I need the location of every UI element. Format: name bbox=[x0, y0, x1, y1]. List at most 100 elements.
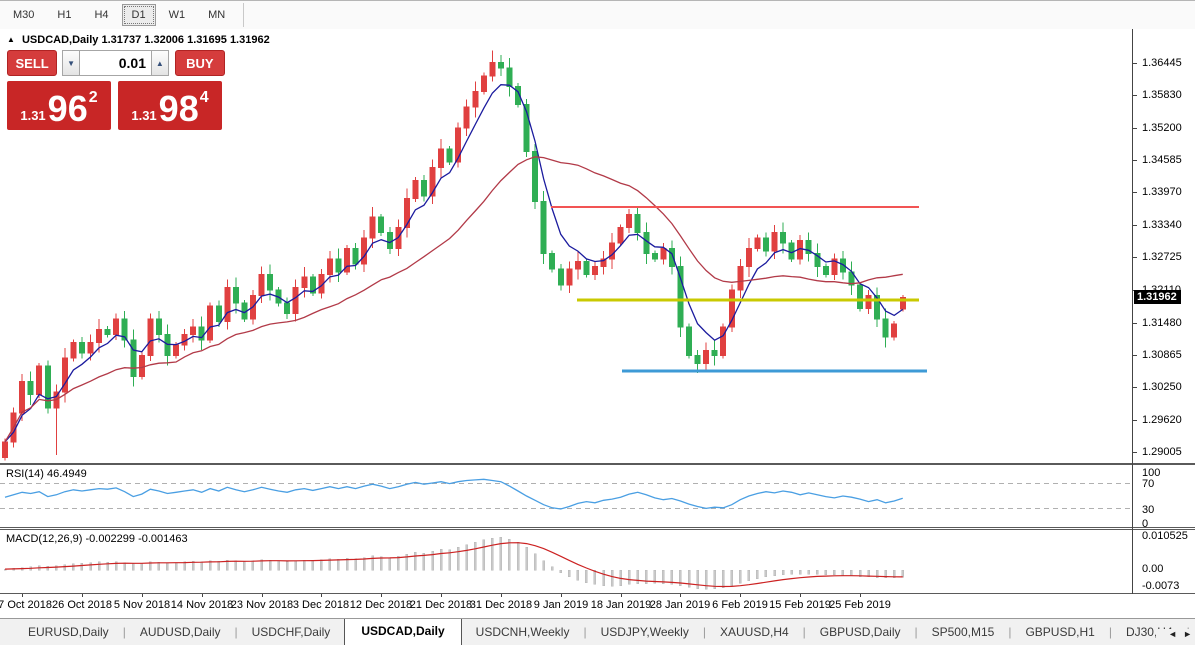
candlestick bbox=[335, 258, 342, 273]
candlestick bbox=[412, 179, 419, 200]
price-axis-tick bbox=[1133, 63, 1137, 64]
macd-histogram-bar bbox=[294, 560, 297, 571]
candlestick bbox=[634, 213, 641, 234]
tab-usdcnh-weekly[interactable]: USDCNH,Weekly bbox=[462, 620, 584, 645]
price-axis-tick bbox=[1133, 128, 1137, 129]
macd-histogram-bar bbox=[525, 547, 528, 571]
tab-scroll-left-icon[interactable]: ◄ bbox=[1168, 629, 1177, 639]
candlestick bbox=[472, 90, 479, 108]
macd-histogram-bar bbox=[687, 569, 691, 588]
timeframe-mn[interactable]: MN bbox=[198, 4, 235, 26]
macd-axis-label: 0.00 bbox=[1142, 563, 1164, 575]
tab-xauusd-h4[interactable]: XAUUSD,H4 bbox=[706, 620, 803, 645]
price-axis-label: 1.33340 bbox=[1142, 219, 1182, 231]
price-axis[interactable]: 1.36445 1.35830 1.35200 1.34585 1.33970 1.333… bbox=[1133, 29, 1195, 618]
date-axis-tick bbox=[22, 594, 23, 597]
volume-increase-button[interactable]: ▲ bbox=[152, 50, 169, 76]
timeframe-h4[interactable]: H4 bbox=[84, 4, 118, 26]
candlestick bbox=[301, 276, 308, 289]
timeframe-h1[interactable]: H1 bbox=[47, 4, 81, 26]
candlestick bbox=[745, 247, 752, 268]
collapse-trade-panel-icon[interactable]: ▲ bbox=[7, 35, 15, 44]
rsi-axis-label: 70 bbox=[1142, 478, 1155, 490]
tab-scroll-arrows: ◄ ► bbox=[1156, 629, 1192, 639]
candlestick bbox=[224, 287, 231, 323]
macd-value: -0.002299 -0.001463 bbox=[85, 533, 188, 545]
ohlc-high: 1.32006 bbox=[144, 34, 185, 46]
volume-input[interactable] bbox=[79, 50, 152, 76]
candlestick bbox=[703, 349, 710, 364]
macd-histogram-bar bbox=[627, 569, 631, 585]
volume-decrease-button[interactable]: ▼ bbox=[62, 50, 79, 76]
timeframe-w1[interactable]: W1 bbox=[159, 4, 196, 26]
tab-eurusd-daily[interactable]: EURUSD,Daily bbox=[14, 620, 123, 645]
macd-histogram-bar bbox=[140, 562, 144, 571]
tab-gbpusd-h1[interactable]: GBPUSD,H1 bbox=[1011, 620, 1108, 645]
macd-histogram-bar bbox=[568, 569, 571, 578]
bid-price-box[interactable]: 1.31 96 2 bbox=[7, 81, 111, 130]
macd-histogram-bar bbox=[397, 555, 400, 571]
candlestick bbox=[591, 266, 598, 275]
candlestick bbox=[720, 326, 727, 357]
candlestick bbox=[420, 179, 427, 197]
date-axis-tick bbox=[441, 594, 442, 597]
candlestick bbox=[267, 273, 274, 291]
date-axis[interactable]: 17 Oct 201826 Oct 20185 Nov 201814 Nov 2… bbox=[0, 594, 1195, 618]
candlestick bbox=[2, 441, 8, 458]
macd-histogram-bar bbox=[764, 569, 768, 578]
price-axis-tick bbox=[1133, 387, 1137, 388]
candlestick bbox=[497, 62, 504, 69]
candlestick bbox=[104, 328, 111, 336]
candlestick bbox=[326, 258, 333, 275]
tab-usdchf-daily[interactable]: USDCHF,Daily bbox=[238, 620, 345, 645]
ask-price-box[interactable]: 1.31 98 4 bbox=[118, 81, 222, 130]
ohlc-open: 1.31737 bbox=[101, 34, 142, 46]
candlestick bbox=[480, 75, 487, 92]
macd-histogram-bar bbox=[542, 560, 545, 571]
price-axis-label: 1.34585 bbox=[1142, 154, 1182, 166]
macd-histogram-bar bbox=[439, 549, 443, 571]
buy-button[interactable]: BUY bbox=[174, 50, 225, 76]
date-axis-tick bbox=[621, 594, 622, 597]
candlestick bbox=[891, 323, 898, 338]
candlestick bbox=[96, 328, 103, 343]
timeframe-toolbar: M30 H1 H4 D1 W1 MN bbox=[0, 0, 1195, 30]
macd-histogram-bar bbox=[824, 569, 828, 575]
toolbar-separator bbox=[243, 3, 245, 27]
candlestick bbox=[532, 151, 539, 202]
macd-histogram-bar bbox=[499, 537, 503, 571]
candlestick bbox=[173, 344, 179, 357]
price-axis-label: 1.29620 bbox=[1142, 414, 1182, 426]
rsi-chart-canvas[interactable] bbox=[0, 465, 1132, 527]
macd-histogram-bar bbox=[174, 562, 178, 571]
ohlc-low: 1.31695 bbox=[187, 34, 227, 46]
macd-histogram-bar bbox=[320, 559, 323, 571]
macd-histogram-bar bbox=[474, 542, 477, 571]
tab-sp500-m15[interactable]: SP500,M15 bbox=[918, 620, 1009, 645]
macd-histogram-bar bbox=[414, 552, 417, 571]
date-axis-tick bbox=[740, 594, 741, 597]
candlestick bbox=[403, 198, 410, 228]
ohlc-close: 1.31962 bbox=[229, 34, 270, 46]
candlestick bbox=[557, 268, 564, 286]
tab-gbpusd-daily[interactable]: GBPUSD,Daily bbox=[806, 620, 915, 645]
timeframe-m30[interactable]: M30 bbox=[3, 4, 44, 26]
price-axis-tick bbox=[1133, 420, 1137, 421]
macd-histogram-bar bbox=[277, 560, 280, 571]
timeframe-d1[interactable]: D1 bbox=[121, 4, 156, 26]
macd-histogram-bar bbox=[251, 560, 255, 571]
macd-histogram-bar bbox=[303, 559, 306, 571]
sell-button[interactable]: SELL bbox=[7, 50, 58, 76]
bid-digits: 96 bbox=[47, 88, 88, 129]
tab-scroll-right-icon[interactable]: ► bbox=[1183, 629, 1192, 639]
date-axis-tick bbox=[82, 594, 83, 597]
tab-usdjpy-weekly[interactable]: USDJPY,Weekly bbox=[587, 620, 703, 645]
candlestick bbox=[361, 237, 368, 265]
rsi-axis-label: 30 bbox=[1142, 504, 1155, 516]
macd-histogram-bar bbox=[200, 561, 203, 571]
macd-histogram-bar bbox=[354, 558, 357, 571]
macd-histogram-bar bbox=[756, 569, 759, 579]
tab-audusd-daily[interactable]: AUDUSD,Daily bbox=[126, 620, 235, 645]
candlestick bbox=[87, 341, 94, 354]
tab-usdcad-daily[interactable]: USDCAD,Daily bbox=[344, 619, 462, 645]
